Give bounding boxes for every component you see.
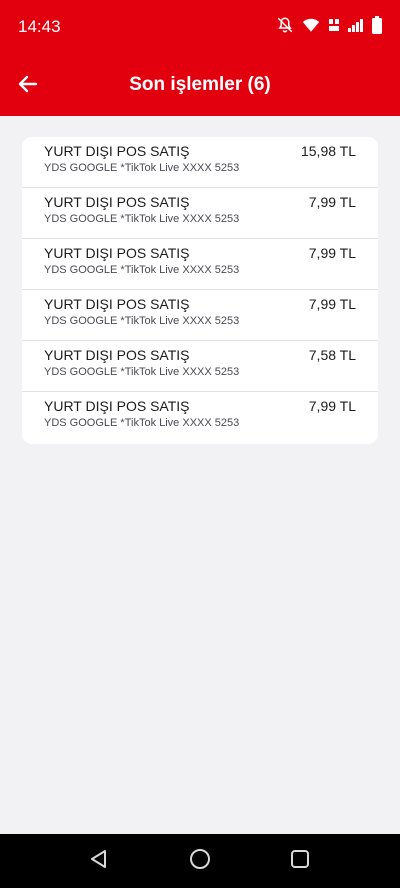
- transactions-card: YURT DIŞI POS SATIŞ YDS GOOGLE *TikTok L…: [22, 137, 378, 444]
- transaction-description: YDS GOOGLE *TikTok Live XXXX 5253: [44, 417, 240, 429]
- transaction-description: YDS GOOGLE *TikTok Live XXXX 5253: [44, 264, 240, 276]
- back-triangle-icon: [88, 848, 110, 875]
- transaction-row[interactable]: YURT DIŞI POS SATIŞ YDS GOOGLE *TikTok L…: [22, 392, 378, 444]
- transaction-row[interactable]: YURT DIŞI POS SATIŞ YDS GOOGLE *TikTok L…: [22, 137, 378, 188]
- nav-recents-button[interactable]: [287, 848, 313, 874]
- transaction-amount: 7,99 TL: [308, 398, 356, 414]
- mute-icon: [276, 16, 294, 34]
- transaction-amount: 7,99 TL: [308, 296, 356, 312]
- transaction-description: YDS GOOGLE *TikTok Live XXXX 5253: [44, 366, 240, 378]
- transaction-title: YURT DIŞI POS SATIŞ: [44, 347, 190, 363]
- status-icons: [276, 16, 382, 34]
- transaction-title: YURT DIŞI POS SATIŞ: [44, 296, 190, 312]
- nav-back-button[interactable]: [86, 848, 112, 874]
- transaction-row[interactable]: YURT DIŞI POS SATIŞ YDS GOOGLE *TikTok L…: [22, 188, 378, 239]
- home-circle-icon: [189, 848, 211, 875]
- app-bar: Son işlemler (6): [0, 56, 400, 116]
- transaction-amount: 7,99 TL: [308, 194, 356, 210]
- status-time: 14:43: [18, 17, 61, 36]
- volte-icon: [328, 17, 340, 33]
- battery-icon: [372, 16, 382, 34]
- transaction-description: YDS GOOGLE *TikTok Live XXXX 5253: [44, 162, 240, 174]
- system-nav-bar: [0, 834, 400, 888]
- page-title: Son işlemler (6): [129, 74, 271, 95]
- transaction-row[interactable]: YURT DIŞI POS SATIŞ YDS GOOGLE *TikTok L…: [22, 239, 378, 290]
- transaction-row[interactable]: YURT DIŞI POS SATIŞ YDS GOOGLE *TikTok L…: [22, 290, 378, 341]
- wifi-icon: [302, 17, 320, 33]
- transaction-title: YURT DIŞI POS SATIŞ: [44, 194, 190, 210]
- transaction-title: YURT DIŞI POS SATIŞ: [44, 143, 190, 159]
- transaction-title: YURT DIŞI POS SATIŞ: [44, 245, 190, 261]
- recents-square-icon: [289, 848, 311, 875]
- signal-icon: [348, 18, 364, 32]
- transaction-title: YURT DIŞI POS SATIŞ: [44, 398, 190, 414]
- transaction-row[interactable]: YURT DIŞI POS SATIŞ YDS GOOGLE *TikTok L…: [22, 341, 378, 392]
- transaction-description: YDS GOOGLE *TikTok Live XXXX 5253: [44, 315, 240, 327]
- transaction-amount: 15,98 TL: [300, 143, 356, 159]
- status-bar: 14:43: [0, 0, 400, 56]
- nav-home-button[interactable]: [187, 848, 213, 874]
- transaction-amount: 7,99 TL: [308, 245, 356, 261]
- transaction-description: YDS GOOGLE *TikTok Live XXXX 5253: [44, 213, 240, 225]
- transaction-amount: 7,58 TL: [308, 347, 356, 363]
